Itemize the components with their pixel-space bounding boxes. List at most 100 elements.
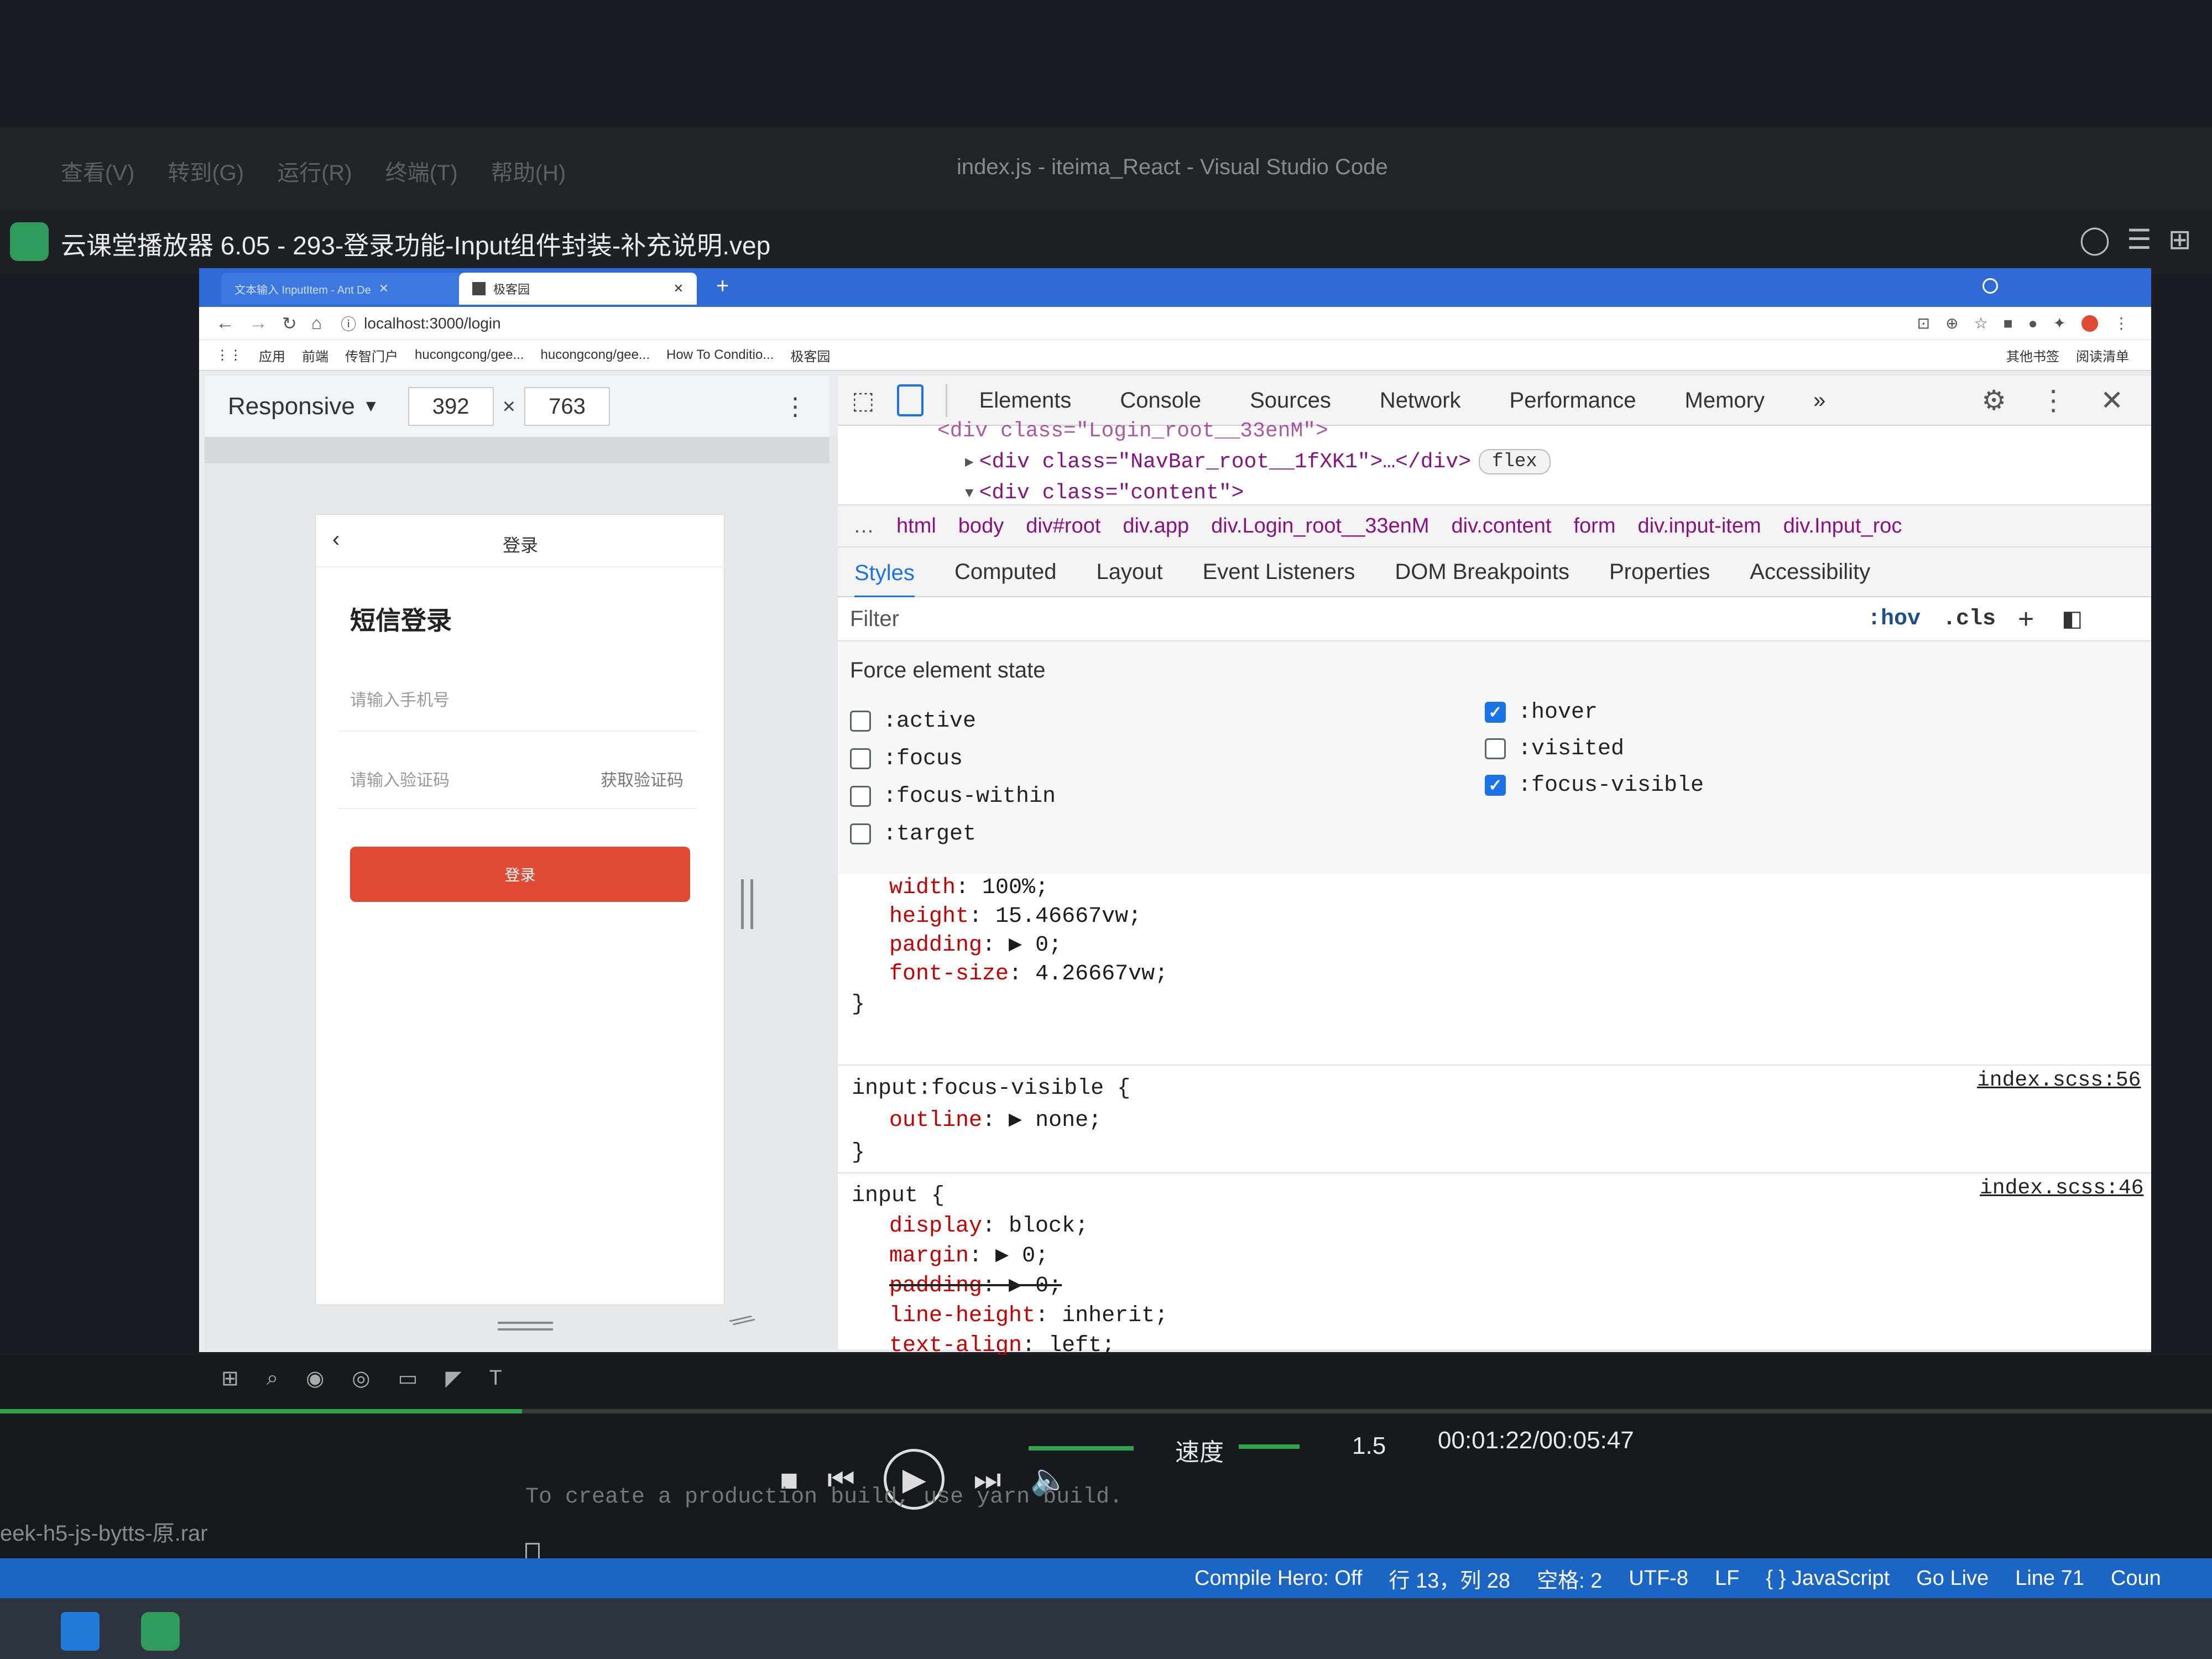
kebab-menu-icon[interactable]: ⋮: [2114, 314, 2129, 332]
player-taskbar-icon[interactable]: [141, 1612, 180, 1651]
state-focus-within[interactable]: :focus-within: [850, 778, 1056, 815]
speed-slider[interactable]: [1239, 1444, 1300, 1449]
dom-node[interactable]: ▶ <div class="NavBar_root__1fXK1">…</div…: [965, 449, 1551, 474]
breadcrumb-item[interactable]: div.Input_roc: [1783, 514, 1902, 538]
vscode-icon[interactable]: ◤: [445, 1366, 461, 1391]
tab-event-listeners[interactable]: Event Listeners: [1203, 560, 1355, 585]
tab-properties[interactable]: Properties: [1609, 560, 1710, 585]
css-declaration[interactable]: margin: ▶ 0;: [889, 1241, 1168, 1271]
extension-icon[interactable]: ●: [2028, 315, 2038, 332]
checkbox[interactable]: [850, 748, 871, 769]
star-icon[interactable]: ☆: [1974, 314, 1988, 332]
list-icon[interactable]: ☰: [2127, 223, 2152, 255]
extension-icon[interactable]: ■: [2004, 315, 2013, 332]
css-declaration[interactable]: outline: ▶ none;: [889, 1105, 1130, 1137]
expand-icon[interactable]: ▶: [965, 453, 974, 471]
app-icon[interactable]: ◎: [352, 1366, 370, 1391]
folder-icon[interactable]: ▭: [398, 1366, 418, 1391]
gear-icon[interactable]: ⚙: [1981, 384, 2006, 416]
resize-handle[interactable]: [741, 879, 753, 929]
vscode-taskbar-icon[interactable]: [61, 1612, 100, 1651]
sms-code-input[interactable]: 请输入验证码: [350, 766, 450, 791]
checkbox-checked[interactable]: ✓: [1485, 775, 1506, 796]
tab-network[interactable]: Network: [1380, 388, 1461, 413]
phone-number-input[interactable]: 请输入手机号: [350, 686, 450, 711]
typora-icon[interactable]: T: [489, 1366, 502, 1390]
puzzle-icon[interactable]: ✦: [2053, 314, 2066, 332]
windows-icon[interactable]: ⊞: [221, 1366, 239, 1391]
tab-antd[interactable]: 文本输入 InputItem - Ant De ✕: [221, 273, 476, 305]
breadcrumb-item[interactable]: div.content: [1452, 514, 1552, 538]
kebab-menu-icon[interactable]: ⋮: [783, 393, 807, 421]
tab-styles[interactable]: Styles: [854, 561, 915, 598]
hov-toggle[interactable]: :hov: [1867, 607, 1921, 632]
close-icon[interactable]: ✕: [2100, 384, 2124, 416]
breadcrumb-item[interactable]: div#root: [1026, 514, 1100, 538]
bookmark-item[interactable]: hucongcong/gee...: [541, 347, 650, 363]
css-declaration[interactable]: line-height: inherit;: [889, 1301, 1168, 1331]
css-declaration[interactable]: padding: ▶ 0;: [889, 931, 1168, 960]
breadcrumb-item[interactable]: html: [896, 514, 936, 538]
search-icon[interactable]: ⌕: [267, 1366, 278, 1390]
bookmark-item[interactable]: 应用: [259, 346, 285, 365]
new-tab-button[interactable]: +: [716, 274, 729, 299]
sidebar-toggle-icon[interactable]: ◧: [2062, 606, 2083, 632]
dom-node[interactable]: <div class="Login_root__33enM">: [937, 419, 1328, 443]
tab-geek[interactable]: 极客园 ✕: [459, 273, 697, 305]
checkbox-checked[interactable]: ✓: [1485, 702, 1506, 723]
cursor-position[interactable]: 行 13，列 28: [1389, 1563, 1510, 1594]
add-rule-icon[interactable]: +: [2018, 603, 2034, 635]
url-field[interactable]: localhost:3000/login: [364, 315, 501, 332]
login-button[interactable]: 登录: [350, 847, 690, 902]
close-icon[interactable]: ✕: [379, 281, 389, 296]
checkbox[interactable]: [850, 786, 871, 807]
resize-corner-icon[interactable]: ⁄⁄: [728, 1307, 758, 1336]
breadcrumb-item[interactable]: form: [1573, 514, 1615, 538]
dom-node[interactable]: ▼ <div class="content">: [965, 481, 1244, 505]
tab-memory[interactable]: Memory: [1685, 388, 1765, 413]
checkbox[interactable]: [850, 711, 871, 732]
close-icon[interactable]: ✕: [674, 281, 684, 296]
checkbox[interactable]: [850, 823, 871, 844]
bookmark-item[interactable]: 阅读清单: [2076, 346, 2129, 365]
state-active[interactable]: :active: [850, 702, 1056, 740]
encoding[interactable]: UTF-8: [1629, 1567, 1688, 1590]
tab-sources[interactable]: Sources: [1250, 388, 1331, 413]
apps-icon[interactable]: ⋮⋮: [216, 347, 242, 363]
filter-input[interactable]: Filter: [850, 607, 1823, 632]
bookmark-item[interactable]: 前端: [302, 346, 328, 365]
breadcrumb-item[interactable]: div.input-item: [1637, 514, 1761, 538]
bookmark-item[interactable]: 极客园: [790, 346, 830, 365]
state-target[interactable]: :target: [850, 815, 1056, 853]
menu-terminal[interactable]: 终端(T): [385, 155, 458, 187]
user-icon[interactable]: ◯: [2079, 223, 2110, 255]
folder-icon[interactable]: ⊞: [2168, 223, 2192, 255]
checkbox[interactable]: [1485, 738, 1506, 759]
height-input[interactable]: 763: [524, 387, 610, 426]
cls-toggle[interactable]: .cls: [1943, 607, 1996, 632]
breadcrumb-item[interactable]: body: [958, 514, 1004, 538]
language-mode[interactable]: { } JavaScript: [1766, 1567, 1890, 1590]
get-code-link[interactable]: 获取验证码: [601, 766, 684, 791]
css-declaration[interactable]: display: block;: [889, 1212, 1168, 1241]
tab-console[interactable]: Console: [1120, 388, 1201, 413]
compile-hero-status[interactable]: Compile Hero: Off: [1194, 1567, 1362, 1590]
back-icon[interactable]: ←: [216, 312, 234, 334]
resize-handle-bottom[interactable]: [498, 1322, 553, 1331]
menu-help[interactable]: 帮助(H): [491, 155, 566, 187]
menu-run[interactable]: 运行(R): [277, 155, 352, 187]
bookmark-item[interactable]: How To Conditio...: [666, 347, 774, 363]
progress-track[interactable]: [0, 1409, 2212, 1413]
source-link[interactable]: index.scss:56: [1977, 1068, 2141, 1092]
css-declaration-overridden[interactable]: padding: ▶ 0;: [889, 1271, 1168, 1301]
source-link[interactable]: index.scss:46: [1980, 1176, 2143, 1200]
breadcrumb-item[interactable]: …: [853, 514, 874, 538]
tab-dom-breakpoints[interactable]: DOM Breakpoints: [1395, 560, 1569, 585]
breadcrumb-item[interactable]: div.Login_root__33enM: [1211, 514, 1429, 538]
state-focus[interactable]: :focus: [850, 740, 1056, 778]
state-visited[interactable]: :visited: [1485, 731, 1704, 767]
collapse-icon[interactable]: ▼: [965, 485, 974, 502]
css-declaration[interactable]: width: 100%;: [889, 874, 1168, 902]
line-ending[interactable]: LF: [1715, 1567, 1739, 1590]
home-icon[interactable]: ⌂: [311, 313, 322, 333]
